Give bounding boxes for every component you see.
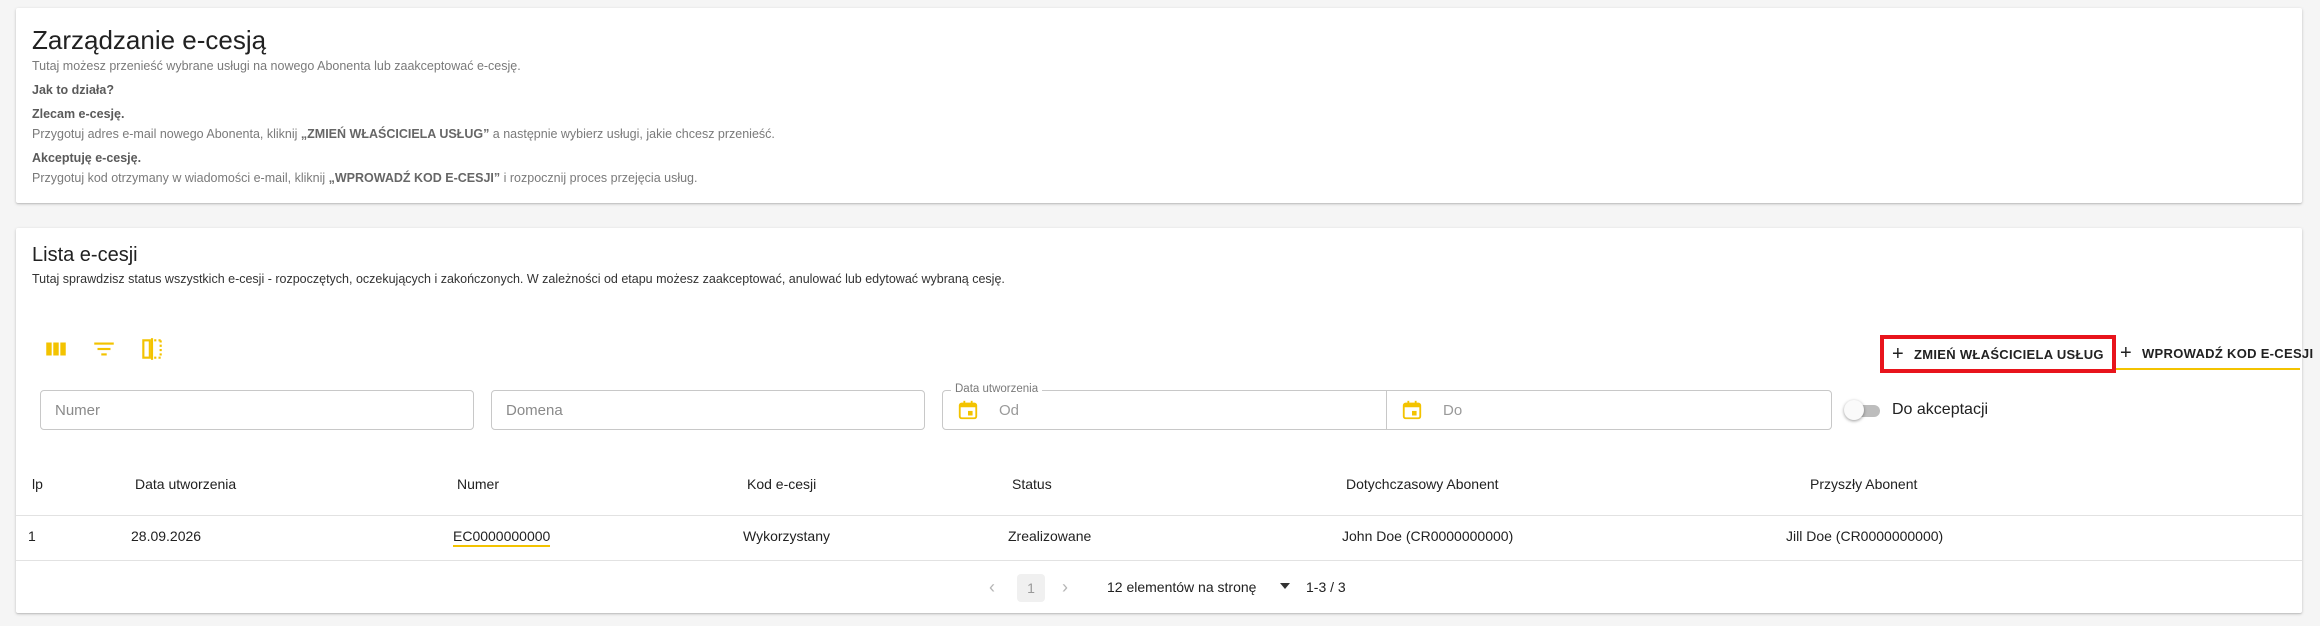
header-divider [16, 515, 2302, 516]
cell-date: 28.09.2026 [131, 528, 202, 544]
caret-down-icon[interactable] [1280, 583, 1290, 589]
enter-code-button[interactable]: + WPROWADŹ KOD E-CESJI [2116, 338, 2313, 370]
numer-filter-field [40, 390, 474, 430]
change-owner-button[interactable]: + ZMIEŃ WŁAŚCICIELA USŁUG [1880, 335, 2116, 373]
calendar-icon[interactable] [957, 399, 979, 421]
page-number[interactable]: 1 [1017, 574, 1045, 602]
col-header-przyszly-abonent[interactable]: Przyszły Abonent [1810, 476, 1917, 492]
cell-lp: 1 [28, 528, 36, 544]
date-from-input[interactable] [999, 391, 1359, 429]
chevron-left-icon[interactable]: ‹ [982, 577, 1002, 597]
toggle-knob [1844, 400, 1864, 420]
order-text: Przygotuj adres e-mail nowego Abonenta, … [32, 127, 775, 141]
col-header-kod-e-cesji[interactable]: Kod e-cesji [747, 476, 816, 492]
list-title: Lista e-cesji [32, 244, 138, 266]
intro-text: Tutaj możesz przenieść wybrane usługi na… [32, 59, 521, 73]
date-to-field [1387, 391, 1831, 429]
grid-view-icon[interactable] [43, 336, 69, 362]
to-accept-toggle[interactable] [1844, 400, 1882, 420]
accept-heading: Akceptuję e-cesję. [32, 151, 142, 165]
how-heading: Jak to działa? [32, 83, 114, 97]
pagination: ‹ 1 › 12 elementów na stronę 1-3 / 3 [16, 571, 2302, 605]
cell-numer-link[interactable]: EC0000000000 [453, 528, 551, 547]
col-header-numer[interactable]: Numer [457, 476, 499, 492]
col-header-data-utworzenia[interactable]: Data utworzenia [135, 476, 236, 492]
cell-new-subscriber: Jill Doe (CR0000000000) [1786, 528, 1944, 544]
chevron-right-icon[interactable]: › [1055, 577, 1075, 597]
plus-icon: + [2120, 342, 2132, 364]
col-header-lp[interactable]: lp [32, 476, 43, 492]
domena-input[interactable] [506, 391, 895, 429]
domena-filter-field [491, 390, 925, 430]
cell-old-subscriber: John Doe (CR0000000000) [1342, 528, 1514, 544]
col-header-status[interactable]: Status [1012, 476, 1052, 492]
col-header-dotychczasowy-abonent[interactable]: Dotychczasowy Abonent [1346, 476, 1499, 492]
page-range: 1-3 / 3 [1306, 579, 1346, 595]
to-accept-label: Do akceptacji [1892, 401, 1989, 418]
cell-status: Zrealizowane [1008, 528, 1092, 544]
numer-input[interactable] [55, 391, 444, 429]
accept-text: Przygotuj kod otrzymany w wiadomości e-m… [32, 171, 698, 185]
columns-icon[interactable] [139, 336, 165, 362]
change-owner-label: ZMIEŃ WŁAŚCICIELA USŁUG [1913, 346, 2104, 362]
row-divider [16, 560, 2302, 561]
filter-icon[interactable] [91, 336, 117, 362]
order-heading: Zlecam e-cesję. [32, 107, 125, 121]
info-card: Zarządzanie e-cesją Tutaj możesz przenie… [16, 8, 2302, 203]
page-size-select[interactable]: 12 elementów na stronę [1107, 579, 1256, 595]
page-title: Zarządzanie e-cesją [32, 25, 267, 55]
enter-code-label: WPROWADŹ KOD E-CESJI [2141, 345, 2314, 361]
date-range-filter: Data utworzenia [942, 383, 1832, 430]
date-to-input[interactable] [1443, 391, 1803, 429]
list-description: Tutaj sprawdzisz status wszystkich e-ces… [32, 272, 1005, 286]
plus-icon: + [1892, 343, 1904, 365]
list-card: Lista e-cesji Tutaj sprawdzisz status ws… [16, 228, 2313, 613]
cell-kod: Wykorzystany [743, 528, 831, 544]
date-from-field [943, 391, 1387, 429]
calendar-icon[interactable] [1401, 399, 1423, 421]
